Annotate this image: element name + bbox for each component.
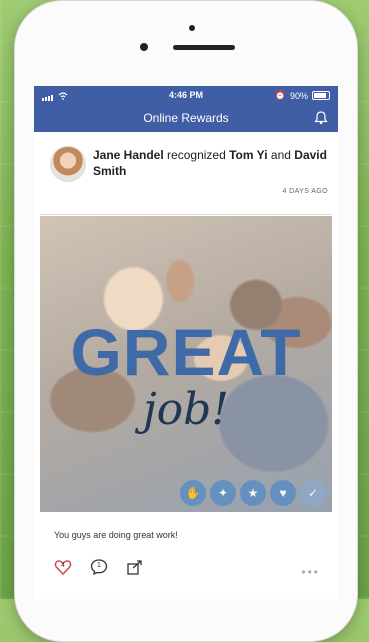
status-bar: 4:46 PM ⏰ 90% xyxy=(34,86,338,106)
post-divider xyxy=(40,214,332,215)
trophy-badge-icon: ★ xyxy=(240,480,266,506)
avatar[interactable] xyxy=(50,146,86,182)
author-name[interactable]: Jane Handel xyxy=(93,148,164,162)
post-headline: Jane Handel recognized Tom Yi and David … xyxy=(93,147,329,179)
phone-sensor xyxy=(189,25,195,31)
image-subtitle: job! xyxy=(143,384,229,435)
post-conjunction: and xyxy=(270,148,291,162)
more-icon[interactable]: ••• xyxy=(301,565,320,579)
phone-camera xyxy=(140,43,148,51)
page-title: Online Rewards xyxy=(143,111,229,125)
post-header: Jane Handel recognized Tom Yi and David … xyxy=(34,132,338,202)
post-image: GREAT job! ✋ ✦ ★ ♥ ✓ xyxy=(40,216,332,512)
app-screen: 4:46 PM ⏰ 90% Online Rewards Jane Handel… xyxy=(34,86,338,599)
phone-speaker xyxy=(173,45,235,50)
image-title: GREAT xyxy=(70,315,302,389)
comment-button[interactable]: 1 xyxy=(90,558,108,576)
post-time: 4 DAYS AGO xyxy=(282,188,328,195)
bell-icon[interactable] xyxy=(314,111,328,125)
heart-badge-icon: ♥ xyxy=(270,480,296,506)
battery-icon xyxy=(312,91,330,100)
handshake-badge-icon: ✓ xyxy=(300,480,326,506)
battery-percent: 90% xyxy=(289,90,308,101)
post-comment: You guys are doing great work! xyxy=(54,530,178,540)
team-badge-icon: ✦ xyxy=(210,480,236,506)
recipient-name-1[interactable]: Tom Yi xyxy=(229,148,267,162)
alarm-icon: ⏰ xyxy=(274,90,286,100)
post-verb: recognized xyxy=(167,148,226,162)
like-button[interactable]: 4 xyxy=(54,558,72,576)
share-button[interactable] xyxy=(126,558,144,576)
status-right: ⏰ 90% xyxy=(275,90,330,101)
clap-badge-icon: ✋ xyxy=(180,480,206,506)
recognition-card: Jane Handel recognized Tom Yi and David … xyxy=(34,132,338,202)
post-actions: 4 1 xyxy=(54,558,144,576)
award-badges: ✋ ✦ ★ ♥ ✓ xyxy=(180,480,326,506)
nav-bar: Online Rewards xyxy=(34,106,338,132)
comment-count: 1 xyxy=(97,562,101,569)
share-icon xyxy=(127,560,142,575)
like-count: 4 xyxy=(61,562,65,569)
